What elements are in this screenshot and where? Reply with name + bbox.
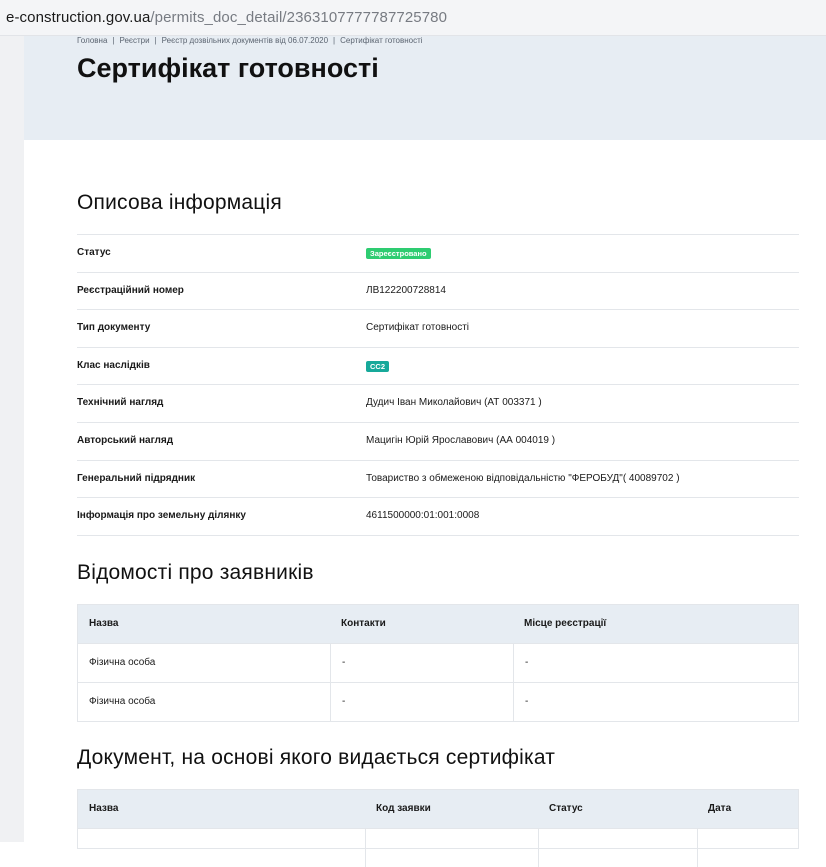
breadcrumb-separator: | [154,36,157,45]
left-gutter [0,36,24,842]
breadcrumb-separator: | [112,36,115,45]
info-row-document-type: Тип документу Сертифікат готовності [77,310,799,348]
applicants-title: Відомості про заявників [77,561,314,584]
descriptive-info-title: Описова інформація [77,191,282,214]
column-header-name: Назва [89,618,119,629]
column-header-registration-place: Місце реєстрації [524,618,607,629]
breadcrumb-home[interactable]: Головна [77,36,107,45]
info-row-consequence-class: Клас наслідків СС2 [77,348,799,386]
info-key: Клас наслідків [77,359,150,371]
url-path: /permits_doc_detail/2363107777787725780 [150,9,448,26]
column-header-contacts: Контакти [341,618,386,629]
breadcrumb-current: Сертифікат готовності [340,36,423,45]
table-cell: - [330,683,513,721]
column-header-name: Назва [89,803,119,814]
info-value: Сертифікат готовності [366,322,470,334]
status-badge: Зареєстровано [366,248,431,259]
column-header-application-code: Код заявки [376,803,431,814]
url-text[interactable]: e-construction.gov.ua/permits_doc_detail… [6,9,447,26]
info-row-general-contractor: Генеральний підрядник Товариство з обмеж… [77,461,799,499]
page-title: Сертифікат готовності [77,53,379,83]
class-badge: СС2 [366,360,390,372]
info-key: Генеральний підрядник [77,472,196,484]
table-cell [78,829,365,867]
info-key: Статус [77,247,111,258]
url-host: e-construction.gov.ua [6,9,151,26]
table-cell [365,829,538,867]
page-header: Головна | Реєстри | Реєстр дозвільних докуме… [24,36,826,140]
info-key: Інформація про земельну ділянку [77,510,246,522]
info-value: 4611500000:01:001:0008 [366,510,480,522]
info-row-author-supervision: Авторський нагляд Мацигін Юрій Ярославов… [77,423,799,461]
address-bar[interactable]: e-construction.gov.ua/permits_doc_detail… [0,0,826,36]
basis-document-table: Назва Код заявки Статус Дата [77,789,799,867]
table-cell: - [330,644,513,682]
info-value: Дудич Іван Миколайович (АТ 003371 ) [366,397,542,409]
table-header: Назва Код заявки Статус Дата [78,790,798,828]
info-row-status: Статус Зареєстровано [77,235,799,273]
table-cell [538,829,697,867]
table-cell [697,829,799,867]
descriptive-info-table: Статус Зареєстровано Реєстраційний номер… [77,234,799,536]
table-cell: Фізична особа [89,657,156,668]
breadcrumb-registries[interactable]: Реєстри [119,36,149,45]
breadcrumb: Головна | Реєстри | Реєстр дозвільних докуме… [77,36,423,45]
breadcrumb-separator: | [333,36,336,45]
table-cell: - [513,683,799,721]
column-header-date: Дата [708,803,732,814]
info-value: Товариство з обмеженою відповідальністю … [366,472,680,484]
info-key: Технічний нагляд [77,397,164,409]
info-row-technical-supervision: Технічний нагляд Дудич Іван Миколайович … [77,385,799,423]
info-key: Авторський нагляд [77,434,174,446]
table-cell: - [513,644,799,682]
basis-document-title: Документ, на основі якого видається серт… [77,746,556,769]
table-row [78,828,798,867]
table-header: Назва Контакти Місце реєстрації [78,605,798,643]
info-key: Тип документу [77,322,151,334]
column-header-status: Статус [549,803,583,814]
breadcrumb-permits-registry[interactable]: Реєстр дозвільних документів від 06.07.2… [162,36,328,45]
info-value: ЛВ122200728814 [366,284,446,296]
table-row: Фізична особа - - [78,643,798,682]
info-value: Мацигін Юрій Ярославович (АА 004019 ) [366,434,556,446]
info-key: Реєстраційний номер [77,284,184,296]
info-row-land-plot: Інформація про земельну ділянку 46115000… [77,498,799,536]
table-cell: Фізична особа [89,696,156,707]
table-row: Фізична особа - - [78,682,798,721]
applicants-table: Назва Контакти Місце реєстрації Фізична … [77,604,799,722]
info-row-registration-number: Реєстраційний номер ЛВ122200728814 [77,273,799,311]
